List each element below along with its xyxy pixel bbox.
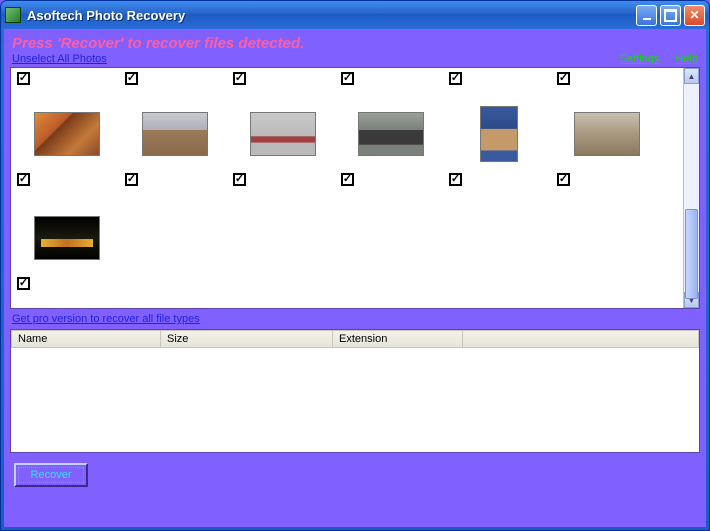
thumb-checkbox[interactable]	[341, 173, 354, 186]
app-icon	[5, 7, 21, 23]
maximize-button[interactable]	[660, 5, 681, 26]
thumbnail-image	[34, 216, 100, 260]
pro-version-link[interactable]: Get pro version to recover all file type…	[12, 313, 200, 325]
vertical-scrollbar[interactable]: ▲ ▼	[683, 68, 699, 308]
thumbnail-cell[interactable]	[229, 82, 337, 186]
footer: Recover	[10, 463, 700, 491]
thumbnails-area[interactable]	[11, 68, 683, 308]
help-link[interactable]: Help	[675, 53, 698, 65]
window-title: Asoftech Photo Recovery	[27, 8, 636, 23]
titlebar[interactable]: Asoftech Photo Recovery	[1, 1, 709, 29]
table-header-row: Name Size Extension	[11, 330, 699, 348]
unselect-all-link[interactable]: Unselect All Photos	[12, 53, 107, 65]
client-area: Press 'Recover' to recover files detecte…	[4, 29, 706, 527]
thumbnail-cell[interactable]	[445, 82, 553, 186]
thumb-checkbox[interactable]	[17, 277, 30, 290]
col-name[interactable]: Name	[11, 330, 161, 348]
recover-button[interactable]: Recover	[14, 463, 88, 487]
close-button[interactable]	[684, 5, 705, 26]
thumb-checkbox[interactable]	[557, 173, 570, 186]
scroll-track[interactable]	[684, 84, 699, 292]
thumbnail-image	[142, 112, 208, 156]
thumbnails-panel: ▲ ▼	[10, 67, 700, 309]
settings-link[interactable]: Settings	[620, 53, 660, 65]
thumbnail-cell[interactable]	[13, 82, 121, 186]
col-size[interactable]: Size	[161, 330, 333, 348]
thumbnail-image	[34, 112, 100, 156]
instruction-text: Press 'Recover' to recover files detecte…	[12, 35, 698, 52]
thumbnail-cell[interactable]	[13, 186, 121, 290]
col-extension[interactable]: Extension	[333, 330, 463, 348]
thumbnail-image	[480, 106, 518, 162]
scroll-up-button[interactable]: ▲	[684, 68, 699, 84]
table-body[interactable]	[11, 348, 699, 452]
thumbnail-image	[358, 112, 424, 156]
thumbnail-image	[250, 112, 316, 156]
thumb-checkbox[interactable]	[17, 173, 30, 186]
thumbnail-image	[574, 112, 640, 156]
thumbnail-cell[interactable]	[553, 82, 661, 186]
thumb-checkbox[interactable]	[125, 173, 138, 186]
thumb-checkbox[interactable]	[233, 173, 246, 186]
file-table: Name Size Extension	[10, 329, 700, 453]
col-spacer[interactable]	[463, 330, 699, 348]
thumbnail-cell[interactable]	[121, 82, 229, 186]
thumbnail-cell[interactable]	[337, 82, 445, 186]
app-window: Asoftech Photo Recovery Press 'Recover' …	[0, 0, 710, 531]
toolbar: Unselect All Photos Settings Help	[12, 53, 698, 65]
scroll-thumb[interactable]	[685, 209, 698, 299]
thumb-checkbox[interactable]	[449, 173, 462, 186]
minimize-button[interactable]	[636, 5, 657, 26]
